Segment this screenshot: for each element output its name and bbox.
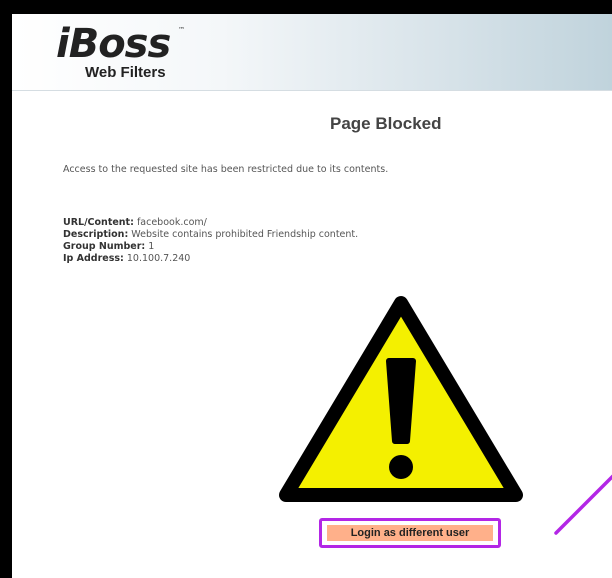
description-value: Website contains prohibited Friendship c… xyxy=(131,229,359,240)
logo-trademark: ™ xyxy=(178,26,185,34)
group-label: Group Number: xyxy=(63,241,146,252)
annotation-arrow-line xyxy=(554,474,612,535)
login-different-user-button[interactable]: Login as different user xyxy=(327,525,493,541)
blocked-page: iBoss ™ Web Filters Page Blocked Access … xyxy=(12,14,612,578)
logo-tagline: Web Filters xyxy=(85,64,166,81)
page-title: Page Blocked xyxy=(330,114,442,133)
ip-label: Ip Address: xyxy=(63,253,124,264)
group-row: Group Number: 1 xyxy=(63,241,358,253)
login-button-highlight: Login as different user xyxy=(319,518,501,548)
header-banner: iBoss ™ Web Filters xyxy=(12,14,612,91)
group-value: 1 xyxy=(148,241,155,252)
ip-row: Ip Address: 10.100.7.240 xyxy=(63,253,358,265)
ip-value: 10.100.7.240 xyxy=(126,253,191,264)
iboss-logo: iBoss xyxy=(56,21,171,67)
url-row: URL/Content: facebook.com/ xyxy=(63,217,358,229)
url-value: facebook.com/ xyxy=(136,217,207,228)
description-row: Description: Website contains prohibited… xyxy=(63,229,358,241)
block-details: URL/Content: facebook.com/ Description: … xyxy=(63,217,358,265)
warning-triangle-icon xyxy=(279,296,523,502)
description-label: Description: xyxy=(63,229,129,240)
url-label: URL/Content: xyxy=(63,217,134,228)
block-message: Access to the requested site has been re… xyxy=(63,164,389,175)
screenshot-border: iBoss ™ Web Filters Page Blocked Access … xyxy=(0,0,612,578)
